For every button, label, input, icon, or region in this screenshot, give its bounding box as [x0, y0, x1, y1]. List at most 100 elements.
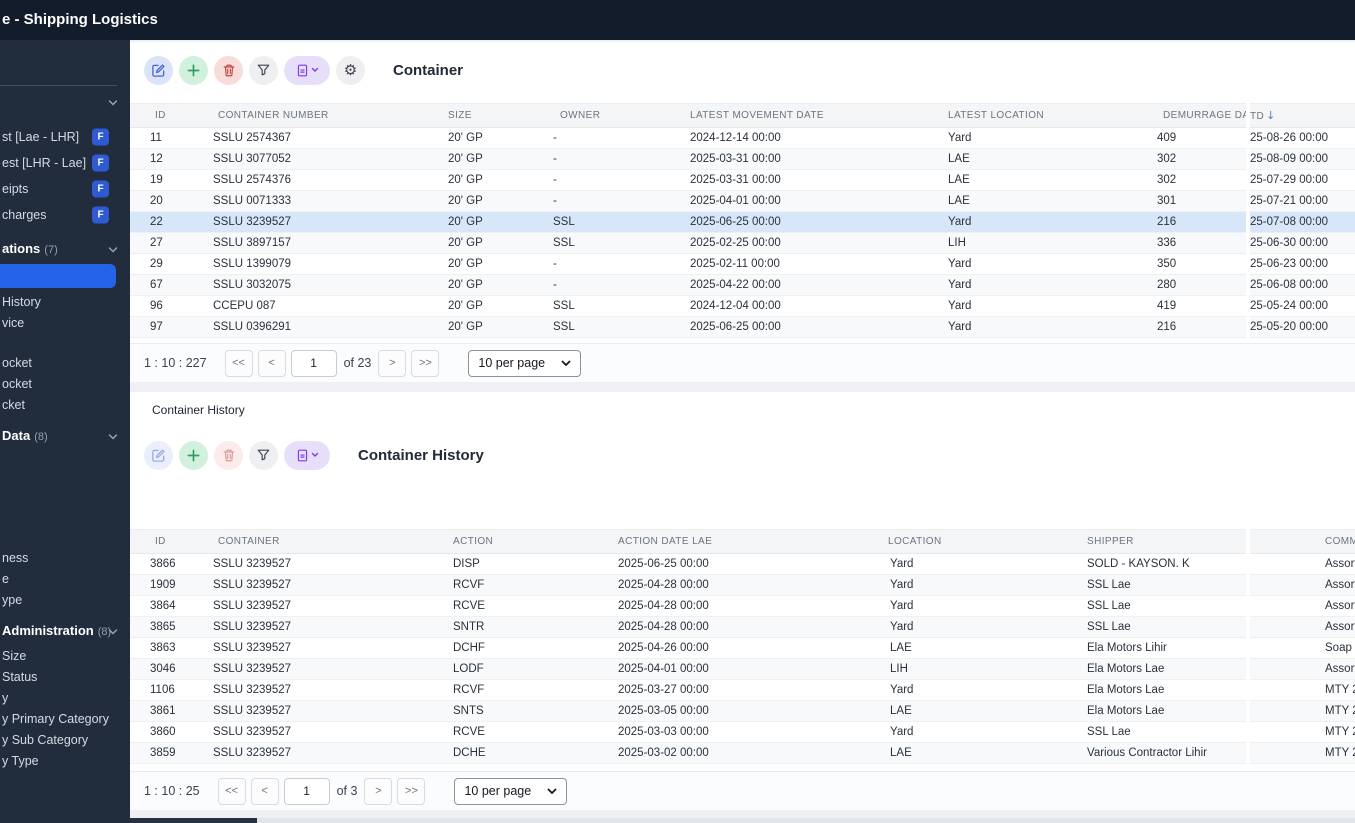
- prev-page-button[interactable]: <: [250, 777, 279, 805]
- column-header-demurrage-days[interactable]: DEMURRAGE DAYS: [1163, 104, 1246, 128]
- history-row[interactable]: 1106 SSLU 3239527 RCVF 2025-03-27 00:00 …: [130, 680, 1246, 701]
- sidebar-item[interactable]: ocket: [0, 353, 130, 373]
- cell-commodity[interactable]: Assort: [1250, 617, 1355, 638]
- sidebar-item[interactable]: [0, 264, 116, 288]
- cell-commodity[interactable]: MTY 2: [1250, 701, 1355, 722]
- cell-commodity[interactable]: Assort: [1250, 575, 1355, 596]
- add-button[interactable]: [179, 55, 208, 85]
- column-header-size[interactable]: SIZE: [448, 104, 472, 128]
- sidebar-item[interactable]: Administration (8): [0, 620, 130, 642]
- sidebar-item[interactable]: History: [0, 292, 130, 312]
- column-header-latest-location[interactable]: LATEST LOCATION: [948, 104, 1044, 128]
- sidebar-item[interactable]: [0, 92, 130, 112]
- sidebar-item[interactable]: y Primary Category: [0, 709, 130, 729]
- sidebar-item[interactable]: y Sub Category: [0, 730, 130, 750]
- last-page-button[interactable]: >>: [411, 349, 440, 377]
- container-row[interactable]: 97 SSLU 0396291 20' GP SSL 2025-06-25 00…: [130, 317, 1246, 338]
- sidebar-item[interactable]: ations (7): [0, 238, 130, 260]
- history-row[interactable]: 1909 SSLU 3239527 RCVF 2025-04-28 00:00 …: [130, 575, 1246, 596]
- next-page-button[interactable]: >: [364, 777, 393, 805]
- first-page-button[interactable]: <<: [224, 349, 253, 377]
- sidebar-item[interactable]: ype: [0, 590, 130, 610]
- column-header-location[interactable]: LOCATION: [888, 530, 942, 554]
- column-header-container-number[interactable]: CONTAINER NUMBER: [218, 104, 329, 128]
- column-header-container[interactable]: CONTAINER: [218, 530, 280, 554]
- sidebar-item[interactable]: cket: [0, 395, 130, 415]
- export-button[interactable]: [284, 55, 330, 85]
- history-row[interactable]: 3863 SSLU 3239527 DCHF 2025-04-26 00:00 …: [130, 638, 1246, 659]
- edit-button[interactable]: [144, 440, 173, 470]
- history-row[interactable]: 3866 SSLU 3239527 DISP 2025-06-25 00:00 …: [130, 554, 1246, 575]
- container-row[interactable]: 96 CCEPU 087 20' GP SSL 2024-12-04 00:00…: [130, 296, 1246, 317]
- sidebar-item[interactable]: charges F: [0, 202, 130, 228]
- container-row[interactable]: 11 SSLU 2574367 20' GP - 2024-12-14 00:0…: [130, 128, 1246, 149]
- container-row[interactable]: 20 SSLU 0071333 20' GP - 2025-04-01 00:0…: [130, 191, 1246, 212]
- cell-td-date[interactable]: 25-07-29 00:00: [1250, 170, 1355, 191]
- cell-td-date[interactable]: 25-05-24 00:00: [1250, 296, 1355, 317]
- add-button[interactable]: [179, 440, 208, 470]
- sidebar-item[interactable]: est [LHR - Lae] F: [0, 150, 130, 176]
- cell-td-date[interactable]: 25-05-20 00:00: [1250, 317, 1355, 338]
- cell-commodity[interactable]: Assort: [1250, 554, 1355, 575]
- history-row[interactable]: 3861 SSLU 3239527 SNTS 2025-03-05 00:00 …: [130, 701, 1246, 722]
- container-row[interactable]: 19 SSLU 2574376 20' GP - 2025-03-31 00:0…: [130, 170, 1246, 191]
- cell-td-date[interactable]: 25-07-08 00:00: [1250, 212, 1355, 233]
- cell-td-date[interactable]: 25-08-26 00:00: [1250, 128, 1355, 149]
- history-row[interactable]: 3864 SSLU 3239527 RCVE 2025-04-28 00:00 …: [130, 596, 1246, 617]
- column-header-id[interactable]: ID: [155, 104, 166, 128]
- column-header-owner[interactable]: OWNER: [560, 104, 600, 128]
- prev-page-button[interactable]: <: [257, 349, 286, 377]
- horizontal-scrollbar[interactable]: [130, 818, 1355, 823]
- last-page-button[interactable]: >>: [397, 777, 426, 805]
- page-size-select[interactable]: 10 per page: [468, 349, 582, 377]
- sidebar-item[interactable]: vice: [0, 313, 130, 333]
- column-header-action[interactable]: ACTION: [453, 530, 493, 554]
- cell-td-date[interactable]: 25-08-09 00:00: [1250, 149, 1355, 170]
- history-row[interactable]: 3859 SSLU 3239527 DCHE 2025-03-02 00:00 …: [130, 743, 1246, 764]
- cell-td-date[interactable]: 25-06-23 00:00: [1250, 254, 1355, 275]
- history-row[interactable]: 3865 SSLU 3239527 SNTR 2025-04-28 00:00 …: [130, 617, 1246, 638]
- cell-commodity[interactable]: Assort: [1250, 596, 1355, 617]
- history-row[interactable]: 3046 SSLU 3239527 LODF 2025-04-01 00:00 …: [130, 659, 1246, 680]
- history-row[interactable]: 3860 SSLU 3239527 RCVE 2025-03-03 00:00 …: [130, 722, 1246, 743]
- sidebar-item[interactable]: ocket: [0, 374, 130, 394]
- settings-button[interactable]: ⚙: [336, 55, 365, 85]
- container-row[interactable]: 29 SSLU 1399079 20' GP - 2025-02-11 00:0…: [130, 254, 1246, 275]
- page-number-input[interactable]: [283, 777, 330, 805]
- sidebar-item[interactable]: y: [0, 688, 130, 708]
- cell-commodity[interactable]: MTY 2: [1250, 680, 1355, 701]
- cell-td-date[interactable]: 25-07-21 00:00: [1250, 191, 1355, 212]
- page-size-select[interactable]: 10 per page: [454, 777, 568, 805]
- sidebar-item[interactable]: e: [0, 569, 130, 589]
- export-button[interactable]: [284, 440, 330, 470]
- horizontal-scrollbar-thumb[interactable]: [130, 818, 257, 823]
- column-header-id[interactable]: ID: [155, 530, 166, 554]
- next-page-button[interactable]: >: [378, 349, 407, 377]
- column-header-commodity[interactable]: COMM: [1250, 529, 1355, 554]
- container-row[interactable]: 67 SSLU 3032075 20' GP - 2025-04-22 00:0…: [130, 275, 1246, 296]
- cell-commodity[interactable]: Soap: [1250, 638, 1355, 659]
- cell-td-date[interactable]: 25-06-08 00:00: [1250, 275, 1355, 296]
- delete-button[interactable]: [214, 440, 243, 470]
- sidebar-item[interactable]: Status: [0, 667, 130, 687]
- container-row[interactable]: 27 SSLU 3897157 20' GP SSL 2025-02-25 00…: [130, 233, 1246, 254]
- sidebar-item[interactable]: st [Lae - LHR] F: [0, 124, 130, 150]
- sidebar-item[interactable]: Data (8): [0, 425, 130, 447]
- sidebar-item[interactable]: y Type: [0, 751, 130, 771]
- sidebar-item[interactable]: ness: [0, 548, 130, 568]
- container-row[interactable]: 22 SSLU 3239527 20' GP SSL 2025-06-25 00…: [130, 212, 1246, 233]
- column-header-action-date-lae[interactable]: ACTION DATE LAE: [618, 530, 712, 554]
- container-row[interactable]: 12 SSLU 3077052 20' GP - 2025-03-31 00:0…: [130, 149, 1246, 170]
- cell-commodity[interactable]: Assort: [1250, 659, 1355, 680]
- sidebar-item[interactable]: eipts F: [0, 176, 130, 202]
- filter-button[interactable]: [249, 440, 278, 470]
- first-page-button[interactable]: <<: [217, 777, 246, 805]
- delete-button[interactable]: [214, 55, 243, 85]
- edit-button[interactable]: [144, 55, 173, 85]
- column-header-latest-movement-date[interactable]: LATEST MOVEMENT DATE: [690, 104, 824, 128]
- cell-commodity[interactable]: MTY 2: [1250, 743, 1355, 764]
- column-header-shipper[interactable]: SHIPPER: [1087, 530, 1134, 554]
- column-header-td-sorted[interactable]: TD ↓: [1250, 103, 1355, 128]
- cell-commodity[interactable]: MTY 2: [1250, 722, 1355, 743]
- page-number-input[interactable]: [290, 349, 337, 377]
